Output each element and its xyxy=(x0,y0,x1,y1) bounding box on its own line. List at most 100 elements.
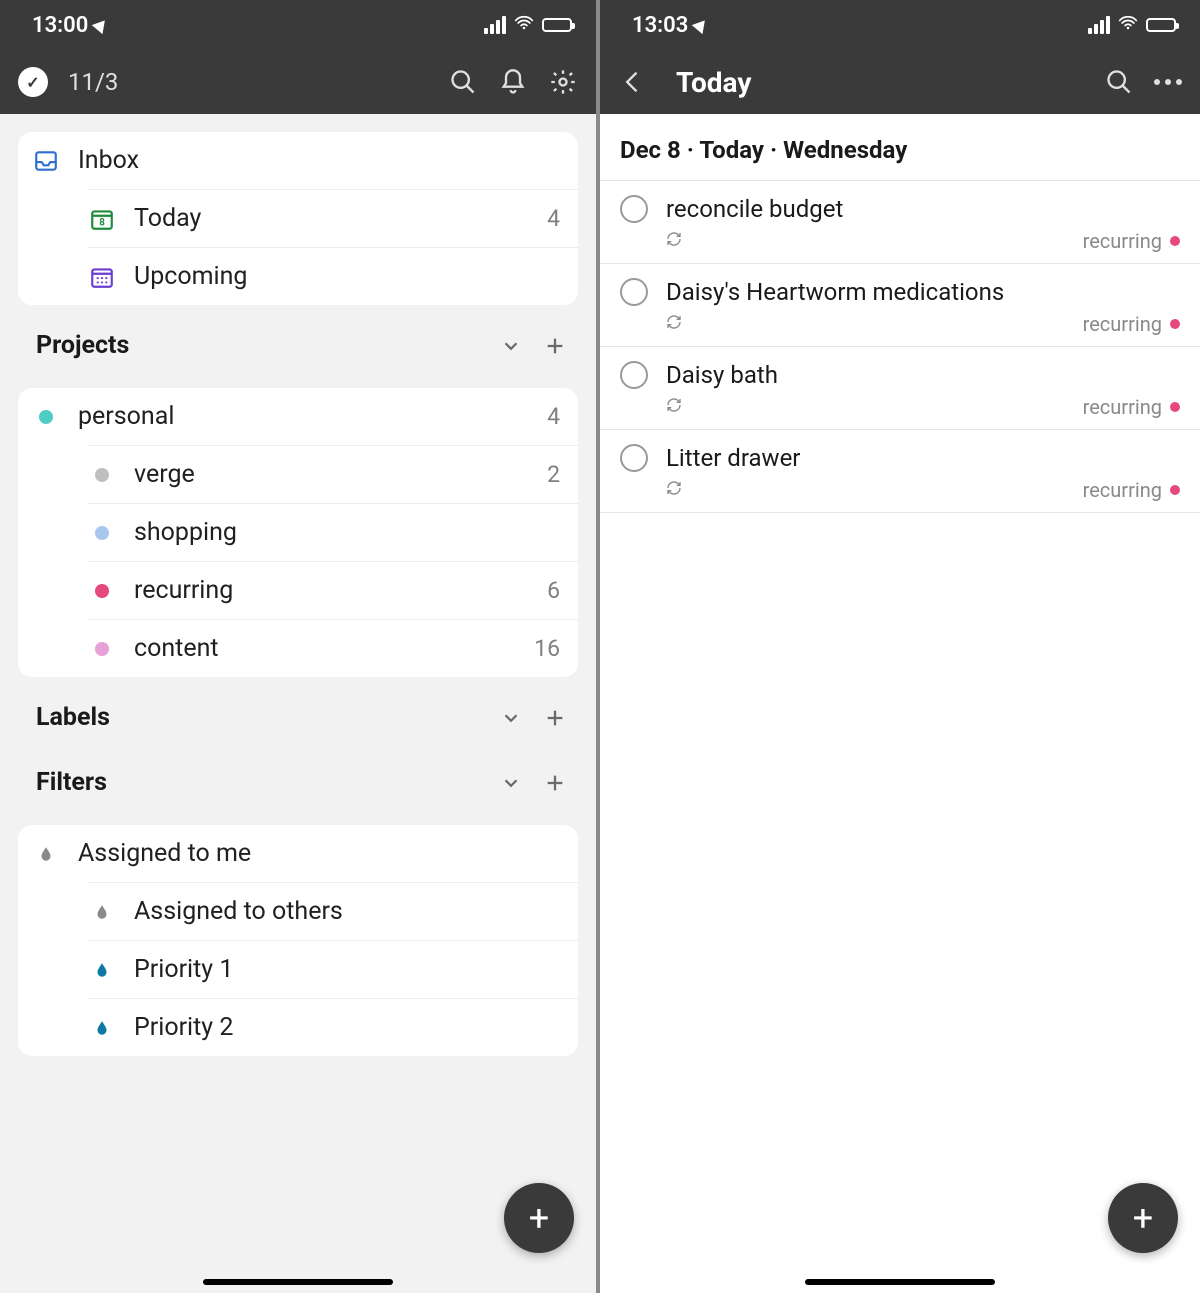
signal-icon xyxy=(1088,16,1110,34)
filter-label: Assigned to me xyxy=(78,839,560,868)
filter-label: Priority 2 xyxy=(134,1013,560,1042)
complete-badge-icon[interactable]: ✓ xyxy=(18,67,48,97)
recurring-icon xyxy=(666,314,682,334)
project-label: recurring xyxy=(134,576,529,605)
filter-row[interactable]: Priority 2 xyxy=(88,998,578,1056)
view-label: Today xyxy=(134,204,529,233)
status-time: 13:00 xyxy=(32,13,88,38)
project-row[interactable]: verge 2 xyxy=(88,445,578,503)
task-row[interactable]: Litter drawer recurring xyxy=(600,430,1200,513)
date-header: Dec 8 · Today · Wednesday xyxy=(600,114,1200,181)
recurring-icon xyxy=(666,231,682,251)
project-label: shopping xyxy=(134,518,542,547)
chevron-down-icon[interactable] xyxy=(498,705,524,731)
task-title: Litter drawer xyxy=(666,444,800,472)
navbar-left: ✓ 11/3 xyxy=(0,50,596,114)
project-color-dot xyxy=(32,403,60,431)
back-icon[interactable] xyxy=(618,67,648,97)
plus-icon[interactable] xyxy=(542,770,568,796)
project-color-dot xyxy=(1170,319,1180,329)
project-color-dot xyxy=(88,635,116,663)
search-icon[interactable] xyxy=(448,67,478,97)
status-time: 13:03 xyxy=(632,13,688,38)
droplet-icon xyxy=(32,840,60,868)
project-label: verge xyxy=(134,460,529,489)
view-inbox[interactable]: Inbox xyxy=(18,132,578,189)
filter-label: Assigned to others xyxy=(134,897,560,926)
views-card: Inbox 8 Today 4 Upcoming xyxy=(18,132,578,305)
task-row[interactable]: Daisy's Heartworm medications recurring xyxy=(600,264,1200,347)
recurring-icon xyxy=(666,397,682,417)
plus-icon[interactable] xyxy=(542,333,568,359)
task-row[interactable]: reconcile budget recurring xyxy=(600,181,1200,264)
navbar-right: Today xyxy=(600,50,1200,114)
status-bar-right: 13:03 xyxy=(600,0,1200,50)
location-icon xyxy=(692,16,710,34)
task-title: reconcile budget xyxy=(666,195,843,223)
filters-card: Assigned to me Assigned to others Priority… xyxy=(18,825,578,1056)
project-color-dot xyxy=(88,461,116,489)
filters-header[interactable]: Filters xyxy=(0,742,596,807)
project-row[interactable]: shopping xyxy=(88,503,578,561)
task-title: Daisy bath xyxy=(666,361,778,389)
droplet-icon xyxy=(88,898,116,926)
project-label: personal xyxy=(78,402,529,431)
task-project-tag[interactable]: recurring xyxy=(1083,229,1180,253)
task-project-tag[interactable]: recurring xyxy=(1083,395,1180,419)
task-checkbox[interactable] xyxy=(620,361,648,389)
completed-count[interactable]: 11/3 xyxy=(68,68,118,96)
view-today[interactable]: 8 Today 4 xyxy=(88,189,578,247)
location-icon xyxy=(92,16,110,34)
view-label: Inbox xyxy=(78,146,542,175)
project-count: 4 xyxy=(547,403,560,430)
project-count: 6 xyxy=(547,577,560,604)
task-title: Daisy's Heartworm medications xyxy=(666,278,1004,306)
filter-row[interactable]: Priority 1 xyxy=(88,940,578,998)
chevron-down-icon[interactable] xyxy=(498,770,524,796)
project-color-dot xyxy=(88,577,116,605)
gear-icon[interactable] xyxy=(548,67,578,97)
signal-icon xyxy=(484,16,506,34)
project-row[interactable]: recurring 6 xyxy=(88,561,578,619)
droplet-icon xyxy=(88,956,116,984)
more-icon[interactable] xyxy=(1154,79,1182,85)
search-icon[interactable] xyxy=(1104,67,1134,97)
project-color-dot xyxy=(1170,402,1180,412)
project-color-dot xyxy=(88,519,116,547)
home-indicator xyxy=(805,1279,995,1285)
task-project-tag[interactable]: recurring xyxy=(1083,312,1180,336)
svg-text:8: 8 xyxy=(99,217,105,228)
filter-row[interactable]: Assigned to me xyxy=(18,825,578,882)
task-row[interactable]: Daisy bath recurring xyxy=(600,347,1200,430)
add-task-fab[interactable]: + xyxy=(504,1183,574,1253)
task-project-tag[interactable]: recurring xyxy=(1083,478,1180,502)
task-checkbox[interactable] xyxy=(620,444,648,472)
chevron-down-icon[interactable] xyxy=(498,333,524,359)
view-upcoming[interactable]: Upcoming xyxy=(88,247,578,305)
project-count: 2 xyxy=(547,461,560,488)
inbox-icon xyxy=(32,147,60,175)
today-icon: 8 xyxy=(88,205,116,233)
recurring-icon xyxy=(666,480,682,500)
wifi-icon xyxy=(1118,13,1138,38)
plus-icon[interactable] xyxy=(542,705,568,731)
project-color-dot xyxy=(1170,236,1180,246)
status-bar-left: 13:00 xyxy=(0,0,596,50)
page-title: Today xyxy=(676,66,751,99)
view-count: 4 xyxy=(547,205,560,232)
labels-header[interactable]: Labels xyxy=(0,677,596,742)
wifi-icon xyxy=(514,13,534,38)
task-checkbox[interactable] xyxy=(620,195,648,223)
home-indicator xyxy=(203,1279,393,1285)
bell-icon[interactable] xyxy=(498,67,528,97)
projects-card: personal 4 verge 2 shopping recurring 6 content… xyxy=(18,388,578,677)
battery-icon xyxy=(1146,18,1176,32)
filter-label: Priority 1 xyxy=(134,955,560,984)
task-checkbox[interactable] xyxy=(620,278,648,306)
add-task-fab[interactable]: + xyxy=(1108,1183,1178,1253)
projects-header[interactable]: Projects xyxy=(0,305,596,370)
project-row[interactable]: content16 xyxy=(88,619,578,677)
project-count: 16 xyxy=(534,635,560,662)
filter-row[interactable]: Assigned to others xyxy=(88,882,578,940)
project-row[interactable]: personal 4 xyxy=(18,388,578,445)
